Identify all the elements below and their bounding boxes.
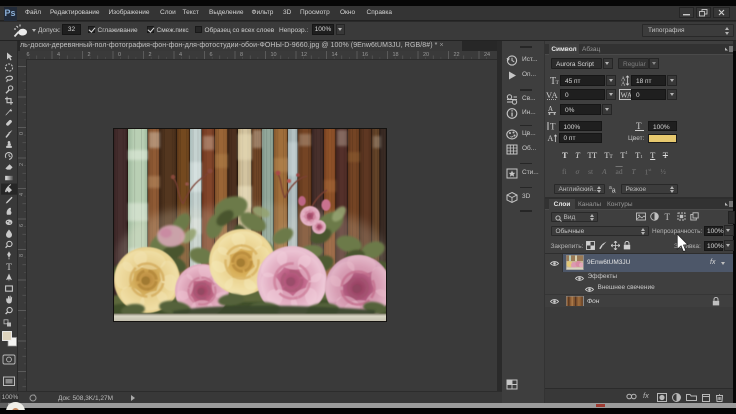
svg-text:T: T bbox=[636, 121, 642, 131]
svg-text:A: A bbox=[548, 134, 554, 143]
svg-text:T: T bbox=[665, 212, 671, 221]
svg-text:T: T bbox=[550, 122, 556, 132]
svg-text:T: T bbox=[556, 80, 560, 86]
svg-text:A: A bbox=[552, 90, 559, 100]
svg-text:T: T bbox=[6, 263, 12, 273]
svg-text:A: A bbox=[548, 105, 553, 113]
svg-text:A: A bbox=[621, 82, 626, 87]
